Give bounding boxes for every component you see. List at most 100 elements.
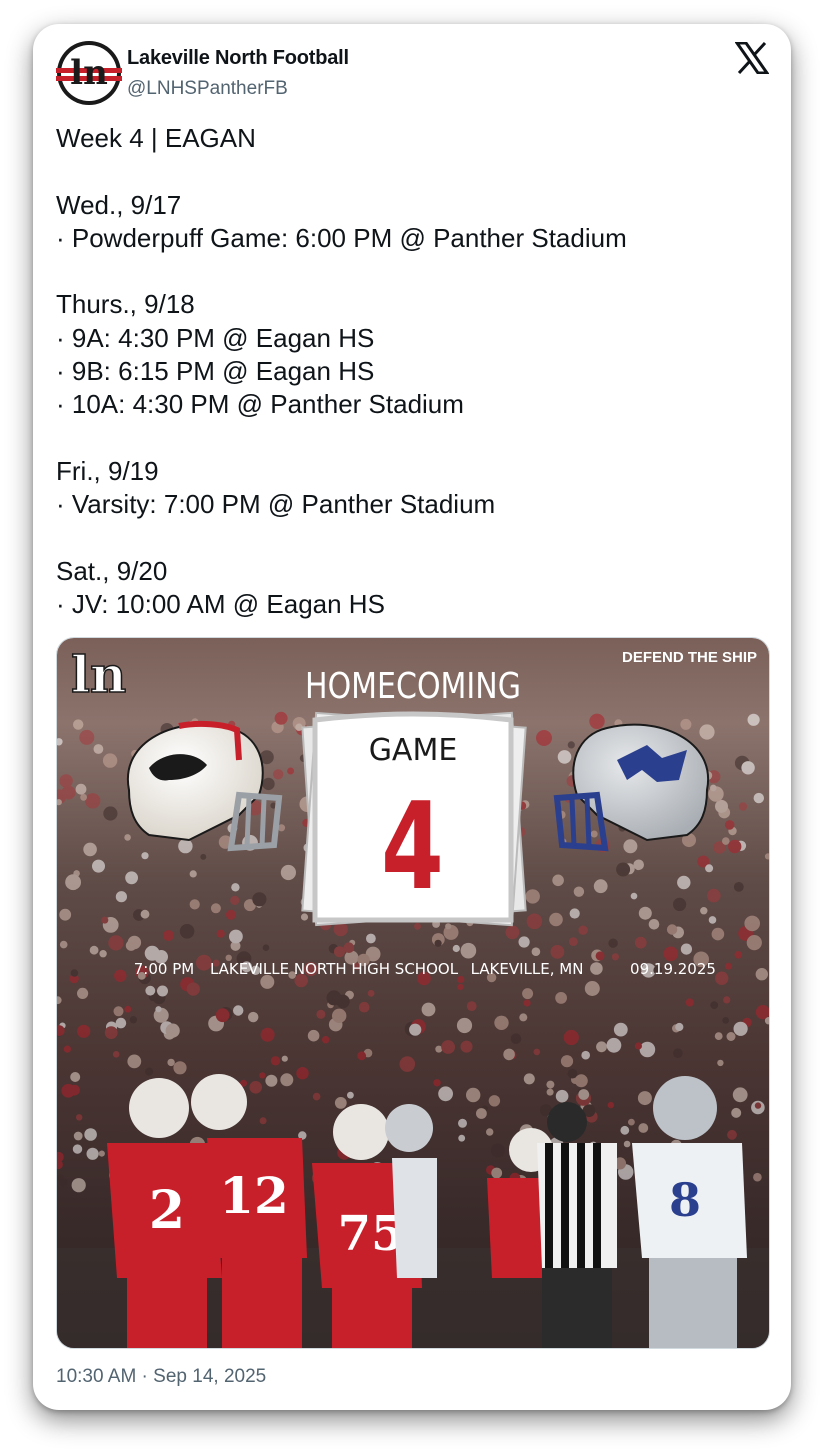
crowd-dot xyxy=(486,1128,494,1136)
crowd-dot xyxy=(578,925,588,935)
crowd-dot xyxy=(59,908,72,921)
crowd-dot xyxy=(233,1005,244,1016)
crowd-dot xyxy=(466,1001,477,1011)
crowd-dot xyxy=(332,1008,347,1023)
crowd-dot xyxy=(265,1074,278,1087)
crowd-dot xyxy=(102,753,118,768)
crowd-dot xyxy=(733,882,744,892)
crowd-dot xyxy=(593,879,608,894)
crowd-dot xyxy=(567,741,575,749)
crowd-dot xyxy=(523,1073,535,1085)
crowd-dot xyxy=(458,1134,466,1142)
crowd-dot xyxy=(112,1051,120,1058)
crowd-dot xyxy=(189,899,200,910)
crowd-dot xyxy=(140,909,150,919)
tweet-card: ln Lakeville North Football @LNHSPanther… xyxy=(33,24,791,1410)
crowd-dot xyxy=(457,975,465,984)
crowd-dot xyxy=(546,1088,554,1096)
crowd-dot xyxy=(262,777,275,791)
crowd-dot xyxy=(249,1081,262,1094)
crowd-dot xyxy=(526,913,543,930)
crowd-dot xyxy=(77,987,89,999)
crowd-dot xyxy=(73,719,84,730)
corner-tag: DEFEND THE SHIP xyxy=(622,649,757,666)
crowd-dot xyxy=(607,1101,614,1109)
crowd-dot xyxy=(606,1037,622,1053)
crowd-dot xyxy=(70,969,79,977)
crowd-dot xyxy=(200,853,207,860)
crowd-dot xyxy=(595,951,605,961)
crowd-dot xyxy=(434,939,442,947)
crowd-dot xyxy=(347,1091,354,1099)
detail-date: 09.19.2025 xyxy=(630,960,716,978)
crowd-dot xyxy=(519,1013,528,1022)
crowd-dot xyxy=(103,806,118,821)
crowd-dot xyxy=(639,1041,656,1058)
author-name[interactable]: Lakeville North Football xyxy=(127,47,349,70)
crowd-dot xyxy=(680,943,693,955)
author-handle[interactable]: @LNHSPantherFB xyxy=(127,78,288,100)
jersey-number: 12 xyxy=(219,1166,289,1225)
crowd-dot xyxy=(452,944,460,953)
crowd-dot xyxy=(590,830,598,838)
crowd-dot xyxy=(549,912,563,927)
crowd-dot xyxy=(700,907,708,915)
crowd-dot xyxy=(505,925,520,940)
crowd-dot xyxy=(99,950,107,958)
crowd-dot xyxy=(124,834,131,841)
crowd-dot xyxy=(248,1011,259,1023)
crowd-dot xyxy=(115,1017,127,1029)
crowd-dot xyxy=(165,1023,180,1038)
crowd-dot xyxy=(634,1042,643,1050)
crowd-dot xyxy=(525,889,540,904)
crowd-dot xyxy=(59,940,68,949)
crowd-dot xyxy=(677,875,691,890)
crowd-dot xyxy=(438,1086,453,1102)
crowd-dot xyxy=(145,1067,154,1076)
crowd-dot xyxy=(225,909,236,920)
crowd-dot xyxy=(98,1150,105,1157)
homecoming-graphic[interactable]: ln DEFEND THE SHIP HOMECOMING GAME 4 7:0… xyxy=(56,637,770,1349)
crowd-dot xyxy=(59,774,73,788)
x-logo-icon[interactable] xyxy=(735,42,769,74)
crowd-dot xyxy=(723,996,731,1004)
crowd-dot xyxy=(685,998,694,1007)
crowd-dot xyxy=(637,1091,652,1106)
crowd-dot xyxy=(178,838,193,854)
crowd-dot xyxy=(399,1056,416,1072)
crowd-dot xyxy=(280,864,296,881)
crowd-dot xyxy=(491,1167,503,1179)
crowd-dot xyxy=(523,999,531,1007)
crowd-dot xyxy=(108,935,124,951)
crowd-dot xyxy=(61,1083,76,1098)
ln-mark-icon: ln xyxy=(70,644,127,705)
crowd-dot xyxy=(59,1178,68,1187)
crowd-dot xyxy=(316,1009,326,1019)
svg-text:ln: ln xyxy=(71,645,126,704)
timestamp[interactable]: 10:30 AM · Sep 14, 2025 xyxy=(56,1366,266,1388)
crowd-dot xyxy=(680,718,692,730)
crowd-dot xyxy=(466,1087,481,1103)
tweet-text: Week 4 | EAGAN Wed., 9/17 · Powderpuff G… xyxy=(56,123,627,620)
crowd-dot xyxy=(129,1016,138,1024)
crowd-dot xyxy=(522,988,534,1000)
crowd-dot xyxy=(70,1072,81,1082)
crowd-dot xyxy=(71,1178,86,1193)
crowd-dot xyxy=(421,1002,436,1017)
crowd-dot xyxy=(307,1029,320,1042)
crowd-dot xyxy=(296,1067,309,1080)
crowd-dot xyxy=(274,711,288,725)
crowd-dot xyxy=(673,897,687,911)
crowd-dot xyxy=(260,1027,275,1042)
crowd-dot xyxy=(441,1040,455,1054)
crowd-dot xyxy=(114,969,127,982)
crowd-dot xyxy=(633,859,644,871)
crowd-dot xyxy=(673,1048,683,1058)
crowd-dot xyxy=(569,908,580,919)
game-card: GAME 4 xyxy=(301,711,527,927)
players-scene: 2 12 75 8 xyxy=(57,1074,769,1348)
card-label: GAME xyxy=(369,733,458,768)
crowd-dot xyxy=(724,820,735,830)
ln-logo-icon[interactable]: ln xyxy=(56,40,122,106)
crowd-dot xyxy=(189,870,197,878)
